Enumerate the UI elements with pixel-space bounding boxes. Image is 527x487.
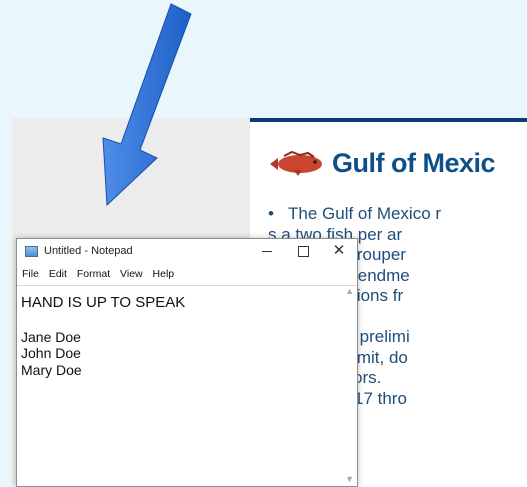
editor-name-line: Mary Doe	[21, 361, 82, 378]
window-title: Untitled - Notepad	[44, 245, 133, 257]
title-bar[interactable]: Untitled - Notepad ✕	[17, 239, 357, 265]
pointer-arrow-icon	[102, 3, 192, 207]
menu-file[interactable]: File	[22, 265, 39, 283]
notepad-window[interactable]: Untitled - Notepad ✕ File Edit Format Vi…	[16, 238, 358, 487]
menu-bar: File Edit Format View Help	[17, 265, 357, 283]
editor-name-line: Jane Doe	[21, 328, 81, 345]
menu-view[interactable]: View	[120, 265, 143, 283]
editor-name-line: John Doe	[21, 345, 81, 361]
menu-help[interactable]: Help	[153, 265, 175, 283]
slide-title: Gulf of Mexic	[332, 148, 496, 178]
fish-icon	[270, 150, 322, 176]
editor-blank-line	[17, 312, 357, 329]
menu-format[interactable]: Format	[77, 265, 110, 283]
slide-header-rule	[250, 118, 527, 122]
menu-edit[interactable]: Edit	[49, 265, 67, 283]
maximize-icon	[297, 246, 309, 258]
notepad-app-icon	[25, 246, 38, 257]
bullet-icon: •	[268, 204, 274, 223]
minimize-button[interactable]	[249, 239, 285, 265]
maximize-button[interactable]	[285, 239, 321, 265]
close-button[interactable]: ✕	[321, 239, 357, 265]
slide-line: • The Gulf of Mexico r	[268, 204, 442, 223]
editor-heading-line: HAND IS UP TO SPEAK	[21, 294, 186, 311]
text-editor-area[interactable]: ▲ HAND IS UP TO SPEAK Jane Doe John Doe …	[17, 285, 357, 486]
scroll-up-icon[interactable]: ▲	[345, 286, 354, 296]
minimize-icon	[262, 251, 272, 253]
scroll-down-icon[interactable]: ▼	[345, 474, 354, 484]
